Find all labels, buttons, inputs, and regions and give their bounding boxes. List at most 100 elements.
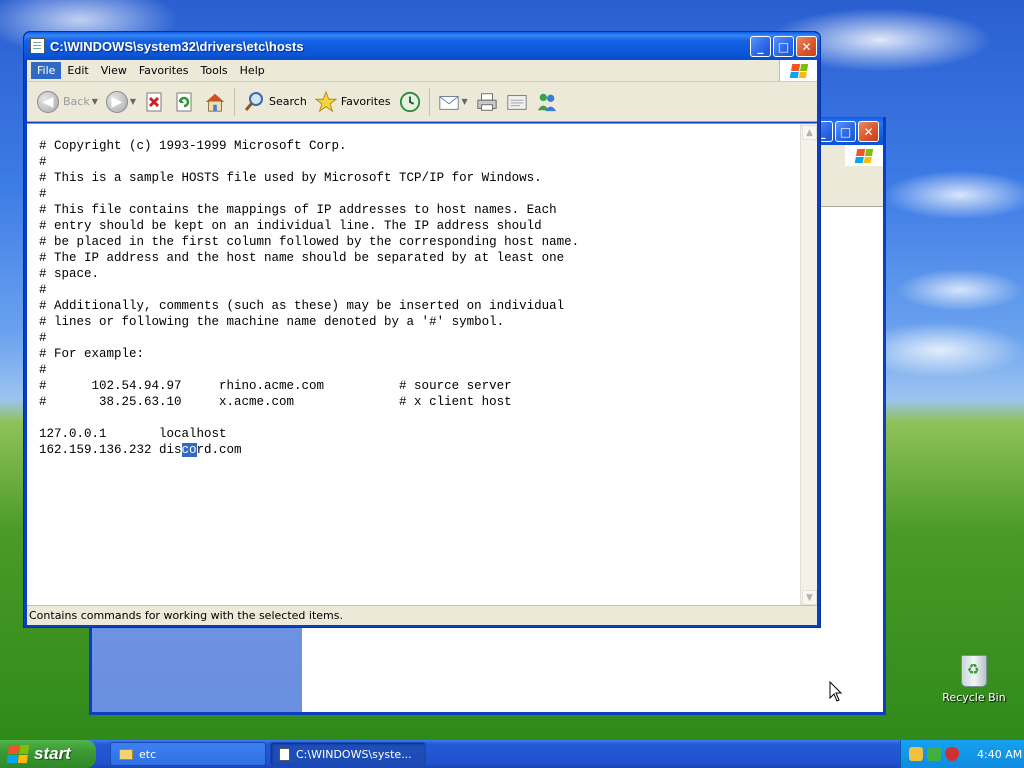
printer-icon [476,91,498,113]
history-button[interactable] [395,86,425,118]
security-shield-icon[interactable] [945,747,959,761]
minimize-button[interactable]: _ [750,36,771,57]
document-content[interactable]: # Copyright (c) 1993-1999 Microsoft Corp… [27,123,817,606]
text-line: # [39,187,47,201]
windows-flag-icon [779,60,817,81]
refresh-button[interactable] [170,86,200,118]
text-line: # entry should be kept on an individual … [39,219,542,233]
back-arrow-icon: ◀ [37,90,59,113]
title-bar[interactable]: C:\WINDOWS\system32\drivers\etc\hosts _ … [24,32,820,60]
text-line: # The IP address and the host name shoul… [39,251,565,265]
edit-icon [506,91,528,113]
taskbar-item-hosts[interactable]: C:\WINDOWS\syste... [270,742,426,766]
text-line: # [39,331,47,345]
document-icon [279,747,290,761]
text-line [39,410,799,426]
print-button[interactable] [472,86,502,118]
discord-line: 162.159.136.232 discord.com [39,442,799,458]
favorites-label: Favorites [340,95,391,108]
menu-favorites[interactable]: Favorites [133,62,195,79]
mail-dropdown-icon[interactable]: ▼ [462,97,468,106]
text-line: # Copyright (c) 1993-1999 Microsoft Corp… [39,139,347,153]
mail-button[interactable]: ▼ [434,86,472,118]
scroll-up-button[interactable]: ▲ [802,125,817,140]
menu-view[interactable]: View [95,62,133,79]
back-dropdown-icon[interactable]: ▼ [92,97,98,106]
forward-arrow-icon: ▶ [105,90,128,113]
system-tray: 4:40 AM [900,740,1024,768]
forward-dropdown-icon[interactable]: ▼ [130,97,136,106]
star-icon [314,90,337,113]
update-icon[interactable] [927,747,941,761]
back-button[interactable]: ◀ Back ▼ [33,86,102,118]
favorites-button[interactable]: Favorites [311,86,395,118]
edit-button[interactable] [502,86,532,118]
menu-file[interactable]: File [31,62,62,79]
stop-icon [144,91,166,113]
text-lines: # Copyright (c) 1993-1999 Microsoft Corp… [39,138,799,442]
text-line: # lines or following the machine name de… [39,315,505,329]
recycle-bin-label: Recycle Bin [942,691,1006,704]
status-text: Contains commands for working with the s… [29,609,343,622]
window-title: C:\WINDOWS\system32\drivers\etc\hosts [50,38,304,54]
start-label: start [34,744,71,763]
bg-windows-flag-icon [845,145,883,166]
home-icon [204,91,226,113]
selected-text: co [181,443,197,457]
close-button[interactable]: ✕ [796,36,817,57]
mail-icon [438,91,460,113]
refresh-icon [174,91,196,113]
line-text-after: rd.com [196,443,242,457]
text-line: # This is a sample HOSTS file used by Mi… [39,171,542,185]
recycle-bin[interactable]: Recycle Bin [940,655,1008,704]
text-line: # be placed in the first column followed… [39,235,580,249]
messenger-icon [536,91,558,113]
search-label: Search [269,95,307,108]
text-line: # [39,283,47,297]
text-line: # space. [39,267,100,281]
toolbar-separator [428,87,430,116]
menu-bar: File Edit View Favorites Tools Help [27,60,817,82]
start-button[interactable]: start [0,740,96,768]
search-button[interactable]: Search [239,86,311,118]
text-line: # 102.54.94.97 rhino.acme.com # source s… [39,379,512,393]
network-icon[interactable] [909,747,923,761]
folder-icon [119,748,133,760]
clock[interactable]: 4:40 AM [977,748,1022,761]
status-bar: Contains commands for working with the s… [27,605,817,625]
history-icon [399,91,421,113]
home-button[interactable] [200,86,230,118]
bg-close-button[interactable]: ✕ [858,121,879,142]
forward-button[interactable]: ▶ ▼ [102,86,140,118]
hosts-text[interactable]: # Copyright (c) 1993-1999 Microsoft Corp… [39,138,799,458]
back-label: Back [63,95,90,108]
messenger-button[interactable] [532,86,562,118]
text-line: # For example: [39,347,145,361]
menu-edit[interactable]: Edit [61,62,94,79]
hosts-file-window[interactable]: C:\WINDOWS\system32\drivers\etc\hosts _ … [23,31,821,628]
vertical-scrollbar[interactable]: ▲ ▼ [800,124,817,606]
toolbar: ◀ Back ▼ ▶ ▼ Search Favorites ▼ [27,82,817,122]
text-line: 127.0.0.1 localhost [39,427,227,441]
stop-button[interactable] [140,86,170,118]
taskbar-item-etc[interactable]: etc [110,742,266,766]
recycle-bin-icon [961,655,987,687]
mouse-pointer-icon [829,681,843,702]
search-icon [243,91,265,113]
menu-help[interactable]: Help [234,62,271,79]
maximize-button[interactable]: □ [773,36,794,57]
taskbar: start etc C:\WINDOWS\syste... 4:40 AM [0,740,1024,768]
line-text-before: 162.159.136.232 dis [39,443,182,457]
taskbar-item-label: C:\WINDOWS\syste... [296,747,412,761]
text-line: # This file contains the mappings of IP … [39,203,557,217]
text-line: # [39,363,47,377]
text-line: # Additionally, comments (such as these)… [39,299,565,313]
windows-logo-icon [6,745,30,763]
taskbar-item-label: etc [139,747,157,761]
toolbar-separator [234,87,236,116]
bg-maximize-button[interactable]: □ [835,121,856,142]
scroll-down-button[interactable]: ▼ [802,590,817,605]
menu-tools[interactable]: Tools [195,62,234,79]
text-line: # [39,155,47,169]
text-line: # 38.25.63.10 x.acme.com # x client host [39,395,512,409]
